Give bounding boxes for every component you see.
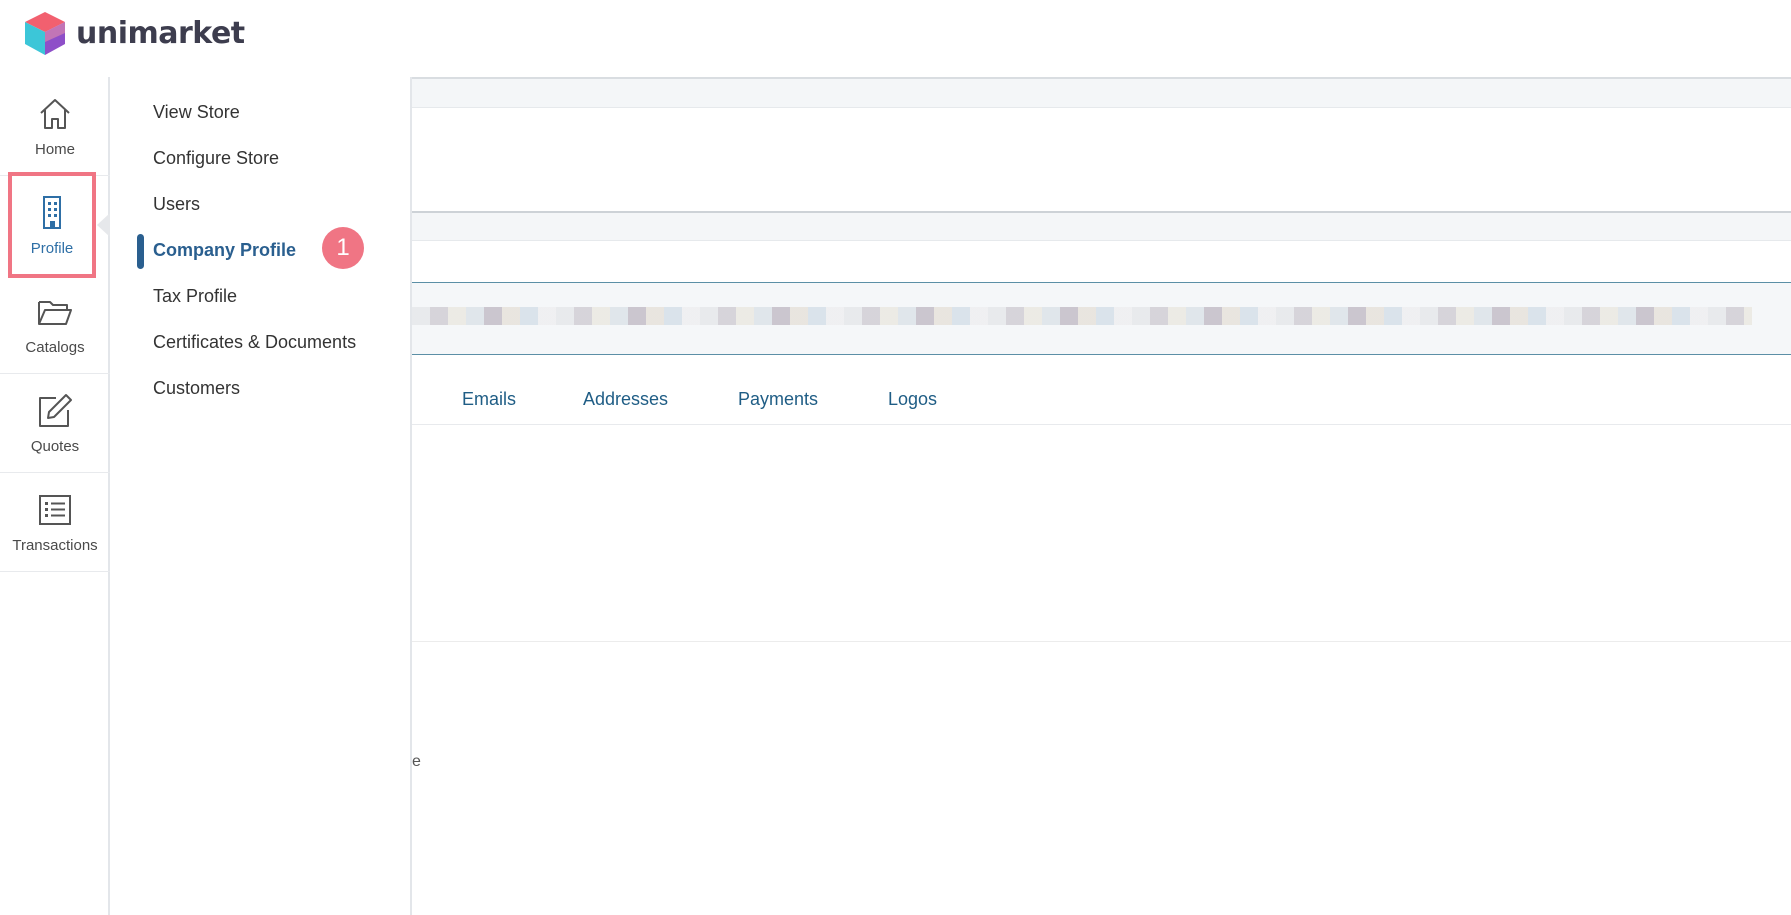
rail-item-quotes[interactable]: Quotes: [0, 374, 110, 473]
tab-payments[interactable]: Payments: [738, 389, 818, 410]
submenu-tax-profile[interactable]: Tax Profile: [153, 286, 237, 307]
submenu-configure-store[interactable]: Configure Store: [153, 148, 279, 169]
rail-item-profile[interactable]: Profile: [8, 172, 96, 278]
app-header: unimarket: [0, 0, 1791, 77]
rail-label-catalogs: Catalogs: [25, 338, 85, 356]
step-badge: 1: [322, 227, 364, 269]
company-banner: [412, 282, 1791, 355]
building-icon: [43, 195, 61, 229]
tab-addresses[interactable]: Addresses: [583, 389, 668, 410]
rail-item-transactions[interactable]: Transactions: [0, 473, 110, 572]
rail-item-home[interactable]: Home: [0, 77, 110, 176]
submenu-view-store[interactable]: View Store: [153, 102, 240, 123]
brand-name: unimarket: [76, 16, 245, 51]
list-icon: [39, 494, 71, 525]
submenu-users[interactable]: Users: [153, 194, 200, 215]
top-band: [412, 77, 1791, 108]
logo-cube-icon: [25, 12, 65, 55]
redacted-banner-text: [412, 307, 1752, 325]
section-band: [412, 211, 1791, 241]
tab-logos[interactable]: Logos: [888, 389, 937, 410]
profile-tabs: Emails Addresses Payments Logos: [412, 355, 1791, 425]
active-pointer: [97, 213, 110, 237]
rail-item-catalogs[interactable]: Catalogs: [0, 275, 110, 374]
submenu-company-profile[interactable]: Company Profile: [153, 240, 296, 261]
submenu-customers[interactable]: Customers: [153, 378, 240, 399]
profile-submenu: View Store Configure Store Users Company…: [112, 77, 412, 915]
unimarket-logo[interactable]: unimarket: [24, 11, 245, 56]
cut-off-text: e: [412, 753, 421, 770]
main-content: Emails Addresses Payments Logos e: [412, 77, 1791, 915]
submenu-certificates-documents[interactable]: Certificates & Documents: [153, 332, 356, 353]
tab-emails[interactable]: Emails: [462, 389, 516, 410]
content-divider: [412, 641, 1791, 642]
home-icon: [40, 98, 70, 129]
rail-label-quotes: Quotes: [30, 437, 80, 455]
edit-icon: [39, 393, 72, 427]
rail-label-transactions: Transactions: [12, 536, 98, 554]
folder-icon: [38, 300, 72, 325]
rail-label-profile: Profile: [30, 239, 74, 257]
icon-rail: Home Profile Catalogs Quotes Transaction…: [0, 77, 110, 915]
active-indicator: [137, 234, 144, 269]
rail-label-home: Home: [34, 140, 75, 158]
